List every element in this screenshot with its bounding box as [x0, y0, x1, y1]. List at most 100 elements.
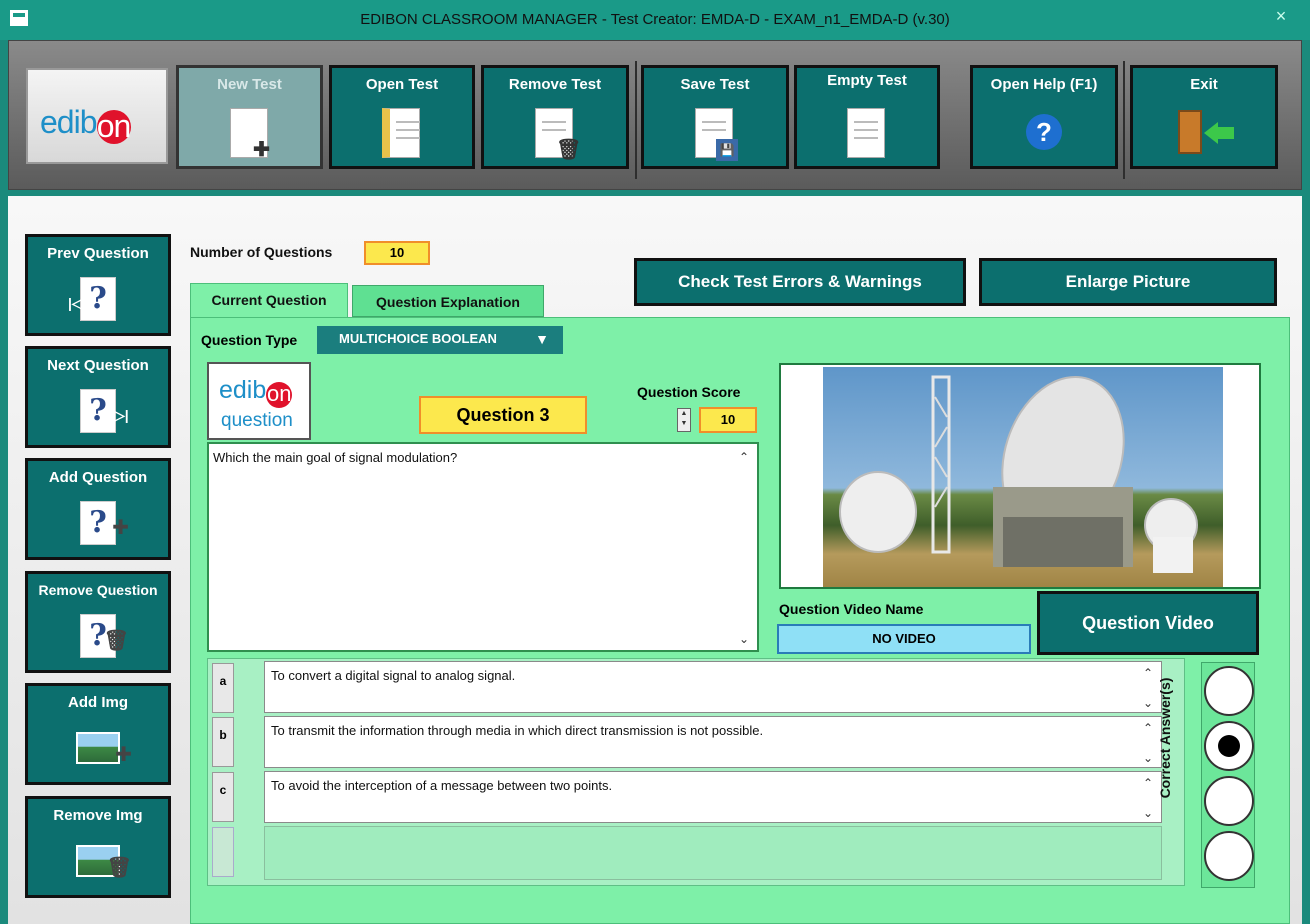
close-button[interactable]: × [1264, 2, 1298, 32]
qlogo-subtext: question [221, 410, 293, 431]
window-title: EDIBON CLASSROOM MANAGER - Test Creator:… [360, 11, 950, 28]
tab-current-question[interactable]: Current Question [190, 283, 348, 317]
toolbar-separator [635, 61, 637, 179]
tab-question-explanation[interactable]: Question Explanation [352, 285, 544, 317]
remove-test-button[interactable]: Remove Test 🗑 [481, 65, 629, 169]
remove-image-icon: 🗑 [76, 845, 132, 879]
new-document-icon: ✚ [222, 103, 270, 161]
question-score-value[interactable]: 10 [699, 407, 757, 433]
answer-a-text: To convert a digital signal to analog si… [271, 668, 516, 683]
open-folder-icon [382, 103, 420, 158]
open-help-button[interactable]: Open Help (F1) ? [970, 65, 1118, 169]
scroll-up-icon[interactable]: ⌃ [1143, 776, 1153, 790]
chevron-down-icon: ▼ [535, 331, 549, 347]
add-question-icon: ? ✚ [80, 501, 129, 545]
logo-dot: on [96, 108, 131, 144]
number-of-questions-label: Number of Questions [190, 244, 333, 260]
next-question-button[interactable]: Next Question ? ▷| [25, 346, 171, 448]
answer-b-field[interactable]: To transmit the information through medi… [264, 716, 1162, 768]
question-text: Which the main goal of signal modulation… [213, 450, 458, 465]
prev-question-button[interactable]: Prev Question ? |◁ [25, 234, 171, 336]
satellite-dish-illustration [839, 375, 1198, 573]
answer-c-field[interactable]: To avoid the interception of a message b… [264, 771, 1162, 823]
answer-letter-empty [212, 827, 234, 877]
trash-document-icon: 🗑 [528, 103, 581, 161]
save-test-button[interactable]: Save Test 💾 [641, 65, 789, 169]
logo-text: edib [40, 104, 97, 140]
prev-arrow-icon: |◁ [68, 295, 83, 311]
scroll-down-icon[interactable]: ⌄ [1143, 696, 1153, 710]
main-panel: Prev Question ? |◁ Next Question ? ▷| Ad… [8, 196, 1302, 924]
question-picture[interactable] [779, 363, 1261, 589]
enlarge-picture-button[interactable]: Enlarge Picture [979, 258, 1277, 306]
add-image-icon: ✚ [76, 732, 132, 766]
question-type-value: MULTICHOICE BOOLEAN [339, 331, 497, 346]
add-img-label: Add Img [68, 694, 128, 711]
picture-image [823, 367, 1223, 587]
answer-c-text: To avoid the interception of a message b… [271, 778, 613, 793]
save-disk-icon: 💾 [688, 103, 738, 161]
scroll-down-icon[interactable]: ⌄ [1143, 806, 1153, 820]
question-number: Question 3 [419, 396, 587, 434]
scroll-up-icon[interactable]: ⌃ [1143, 721, 1153, 735]
remove-question-icon: ? 🗑 [80, 614, 129, 658]
qlogo-dot: on [266, 381, 293, 408]
next-question-label: Next Question [47, 357, 149, 374]
help-icon: ? [1026, 114, 1062, 150]
answers-list: a To convert a digital signal to analog … [207, 658, 1185, 886]
exit-button[interactable]: Exit [1130, 65, 1278, 169]
save-test-label: Save Test [680, 76, 750, 93]
answer-a-field[interactable]: To convert a digital signal to analog si… [264, 661, 1162, 713]
correct-radio-c[interactable] [1204, 776, 1254, 826]
remove-img-button[interactable]: Remove Img 🗑 [25, 796, 171, 898]
remove-img-label: Remove Img [53, 807, 143, 824]
scroll-down-icon[interactable]: ⌄ [1143, 751, 1153, 765]
exit-door-icon [1178, 110, 1202, 154]
answer-b-text: To transmit the information through medi… [271, 723, 764, 738]
correct-answers-label: Correct Answer(s) [1157, 677, 1173, 799]
empty-test-button[interactable]: Empty Test [794, 65, 940, 169]
question-type-select[interactable]: MULTICHOICE BOOLEAN ▼ [317, 326, 563, 354]
open-test-button[interactable]: Open Test [329, 65, 475, 169]
toolbar-separator-2 [1123, 61, 1125, 179]
next-arrow-icon: ▷| [114, 407, 129, 423]
question-video-name-field[interactable]: NO VIDEO [777, 624, 1031, 654]
scroll-down-icon[interactable]: ⌄ [739, 632, 749, 646]
remove-question-button[interactable]: Remove Question ? 🗑 [25, 571, 171, 673]
empty-test-label: Empty Test [827, 72, 907, 89]
correct-radio-d[interactable] [1204, 831, 1254, 881]
qlogo-text: edib [219, 376, 267, 404]
check-test-errors-button[interactable]: Check Test Errors & Warnings [634, 258, 966, 306]
correct-answers-column [1201, 662, 1255, 888]
question-panel: Question Type MULTICHOICE BOOLEAN ▼ edib… [190, 317, 1290, 924]
new-test-button[interactable]: New Test ✚ [176, 65, 323, 169]
scroll-up-icon[interactable]: ⌃ [739, 450, 749, 464]
answer-letter-c: c [212, 772, 234, 822]
question-video-button[interactable]: Question Video [1037, 591, 1259, 655]
new-test-label: New Test [217, 76, 282, 93]
open-test-label: Open Test [365, 76, 439, 93]
question-text-area[interactable]: Which the main goal of signal modulation… [207, 442, 759, 652]
score-spinner[interactable]: ▲ ▼ [677, 408, 691, 432]
blank-document-icon [840, 103, 885, 158]
remove-test-label: Remove Test [508, 76, 602, 93]
question-type-label: Question Type [201, 332, 298, 348]
edibon-logo: edibon [26, 68, 168, 164]
add-question-button[interactable]: Add Question ? ✚ [25, 458, 171, 560]
add-question-label: Add Question [48, 469, 148, 486]
exit-label: Exit [1190, 76, 1218, 93]
open-help-label: Open Help (F1) [990, 76, 1098, 93]
toolbar: edibon New Test ✚ Open Test Remove Test … [8, 40, 1302, 190]
answer-letter-a: a [212, 663, 234, 713]
answer-d-field[interactable] [264, 826, 1162, 880]
correct-radio-b[interactable] [1204, 721, 1254, 771]
prev-question-icon: ? [80, 277, 116, 321]
number-of-questions-value: 10 [364, 241, 430, 265]
prev-question-label: Prev Question [47, 245, 149, 262]
scroll-up-icon[interactable]: ⌃ [1143, 666, 1153, 680]
add-img-button[interactable]: Add Img ✚ [25, 683, 171, 785]
correct-radio-a[interactable] [1204, 666, 1254, 716]
exit-arrow-icon [1204, 122, 1218, 144]
question-score-label: Question Score [637, 384, 741, 400]
exit-arrow-tail [1218, 127, 1234, 139]
